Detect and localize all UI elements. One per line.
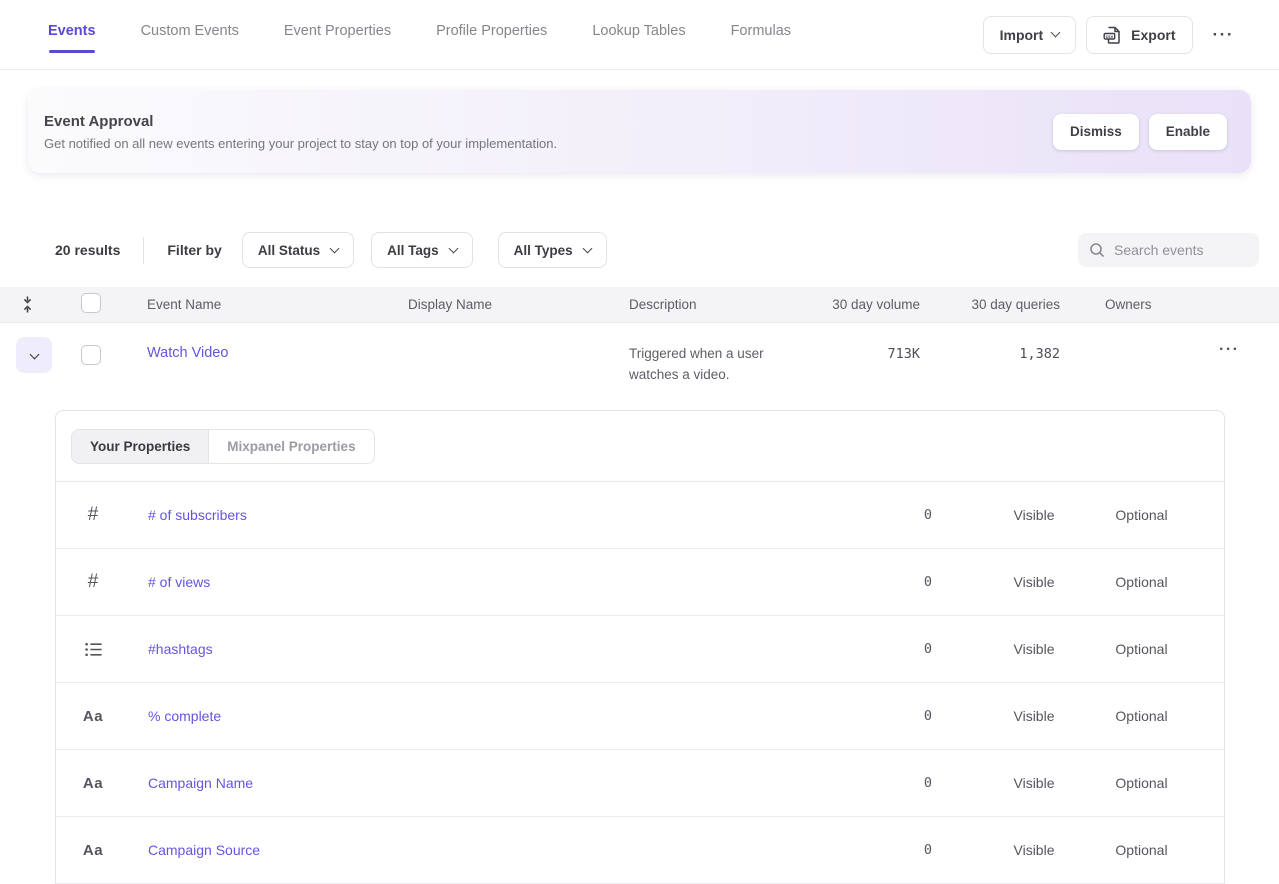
number-icon: # bbox=[82, 504, 104, 526]
tab-event-properties[interactable]: Event Properties bbox=[284, 15, 391, 55]
chevron-down-icon bbox=[330, 243, 340, 253]
property-requirement: Optional bbox=[1059, 507, 1224, 523]
dismiss-button[interactable]: Dismiss bbox=[1053, 114, 1139, 150]
column-30-day-volume: 30 day volume bbox=[820, 297, 920, 312]
banner-title: Event Approval bbox=[44, 113, 1043, 130]
column-event-name: Event Name bbox=[147, 297, 408, 312]
tags-filter-label: All Tags bbox=[387, 243, 439, 258]
property-row: # # of views 0 Visible Optional bbox=[56, 549, 1224, 616]
property-name-link[interactable]: # of subscribers bbox=[148, 507, 889, 523]
property-name-link[interactable]: Campaign Name bbox=[148, 775, 889, 791]
property-count: 0 bbox=[889, 775, 1009, 791]
events-table-header: Event Name Display Name Description 30 d… bbox=[0, 287, 1279, 323]
svg-text:csv: csv bbox=[1106, 33, 1114, 38]
chevron-down-icon bbox=[582, 243, 592, 253]
types-filter-label: All Types bbox=[514, 243, 573, 258]
property-visibility: Visible bbox=[1009, 574, 1059, 590]
tags-filter-dropdown[interactable]: All Tags bbox=[371, 232, 473, 268]
collapse-rows-icon[interactable] bbox=[21, 296, 34, 313]
properties-tab-group: Your Properties Mixpanel Properties bbox=[71, 429, 375, 464]
property-visibility: Visible bbox=[1009, 507, 1059, 523]
column-30-day-queries: 30 day queries bbox=[920, 297, 1060, 312]
number-icon: # bbox=[82, 571, 104, 593]
property-row: Aa Campaign Source 0 Visible Optional bbox=[56, 817, 1224, 884]
event-description: Triggered when a user watches a video. bbox=[629, 344, 820, 386]
chevron-down-icon bbox=[1051, 28, 1061, 38]
property-name-link[interactable]: Campaign Source bbox=[148, 842, 889, 858]
properties-tabs-area: Your Properties Mixpanel Properties bbox=[56, 411, 1224, 482]
column-description: Description bbox=[629, 297, 820, 312]
select-all-checkbox[interactable] bbox=[81, 293, 101, 313]
properties-panel: Your Properties Mixpanel Properties # # … bbox=[55, 410, 1225, 884]
property-requirement: Optional bbox=[1059, 775, 1224, 791]
filter-by-label: Filter by bbox=[167, 242, 221, 258]
property-visibility: Visible bbox=[1009, 842, 1059, 858]
divider bbox=[143, 237, 144, 264]
import-button[interactable]: Import bbox=[983, 16, 1077, 54]
event-queries: 1,382 bbox=[920, 346, 1060, 362]
property-requirement: Optional bbox=[1059, 641, 1224, 657]
tab-formulas[interactable]: Formulas bbox=[731, 15, 791, 55]
property-requirement: Optional bbox=[1059, 708, 1224, 724]
csv-file-icon: csv bbox=[1103, 25, 1122, 45]
tab-your-properties[interactable]: Your Properties bbox=[72, 430, 209, 463]
topbar-actions: Import csv Export ··· bbox=[983, 16, 1240, 54]
property-requirement: Optional bbox=[1059, 574, 1224, 590]
status-filter-label: All Status bbox=[258, 243, 320, 258]
text-icon: Aa bbox=[82, 842, 104, 859]
event-approval-banner: Event Approval Get notified on all new e… bbox=[28, 90, 1251, 173]
top-nav-bar: Events Custom Events Event Properties Pr… bbox=[0, 0, 1279, 70]
tab-lookup-tables[interactable]: Lookup Tables bbox=[592, 15, 685, 55]
table-row-watch-video: Watch Video Triggered when a user watche… bbox=[0, 323, 1279, 410]
status-filter-dropdown[interactable]: All Status bbox=[242, 232, 354, 268]
property-row: #hashtags 0 Visible Optional bbox=[56, 616, 1224, 683]
property-count: 0 bbox=[889, 708, 1009, 724]
property-visibility: Visible bbox=[1009, 641, 1059, 657]
column-display-name: Display Name bbox=[408, 297, 629, 312]
tab-custom-events[interactable]: Custom Events bbox=[141, 15, 239, 55]
nav-tabs: Events Custom Events Event Properties Pr… bbox=[48, 15, 983, 55]
property-name-link[interactable]: # of views bbox=[148, 574, 889, 590]
banner-description: Get notified on all new events entering … bbox=[44, 136, 1043, 151]
search-icon bbox=[1089, 242, 1105, 258]
property-name-link[interactable]: % complete bbox=[148, 708, 889, 724]
collapse-row-button[interactable] bbox=[16, 337, 52, 373]
column-owners: Owners bbox=[1060, 297, 1210, 312]
search-events-box[interactable] bbox=[1078, 233, 1259, 267]
property-count: 0 bbox=[889, 507, 1009, 523]
results-count: 20 results bbox=[55, 242, 120, 258]
types-filter-dropdown[interactable]: All Types bbox=[498, 232, 607, 268]
banner-text: Event Approval Get notified on all new e… bbox=[44, 113, 1043, 151]
property-name-link[interactable]: #hashtags bbox=[148, 641, 889, 657]
property-visibility: Visible bbox=[1009, 775, 1059, 791]
text-icon: Aa bbox=[82, 708, 104, 725]
property-row: Aa Campaign Name 0 Visible Optional bbox=[56, 750, 1224, 817]
chevron-down-icon bbox=[448, 243, 458, 253]
text-icon: Aa bbox=[82, 775, 104, 792]
property-row: # # of subscribers 0 Visible Optional bbox=[56, 482, 1224, 549]
search-events-input[interactable] bbox=[1114, 242, 1244, 258]
event-name-link[interactable]: Watch Video bbox=[147, 345, 228, 361]
tab-mixpanel-properties[interactable]: Mixpanel Properties bbox=[209, 430, 373, 463]
enable-button[interactable]: Enable bbox=[1149, 114, 1227, 150]
import-button-label: Import bbox=[1000, 27, 1044, 43]
row-checkbox[interactable] bbox=[81, 345, 101, 365]
more-options-icon[interactable]: ··· bbox=[1207, 25, 1240, 45]
export-button-label: Export bbox=[1131, 27, 1175, 43]
property-visibility: Visible bbox=[1009, 708, 1059, 724]
event-volume: 713K bbox=[820, 346, 920, 362]
chevron-down-icon bbox=[29, 349, 39, 359]
filter-bar: 20 results Filter by All Status All Tags… bbox=[55, 232, 1259, 268]
property-requirement: Optional bbox=[1059, 842, 1224, 858]
export-button[interactable]: csv Export bbox=[1086, 16, 1192, 54]
tab-profile-properties[interactable]: Profile Properties bbox=[436, 15, 547, 55]
row-more-options-icon[interactable]: ··· bbox=[1210, 341, 1239, 359]
property-row: Aa % complete 0 Visible Optional bbox=[56, 683, 1224, 750]
property-count: 0 bbox=[889, 641, 1009, 657]
tab-events[interactable]: Events bbox=[48, 15, 96, 55]
property-count: 0 bbox=[889, 574, 1009, 590]
property-count: 0 bbox=[889, 842, 1009, 858]
list-icon bbox=[82, 642, 104, 657]
